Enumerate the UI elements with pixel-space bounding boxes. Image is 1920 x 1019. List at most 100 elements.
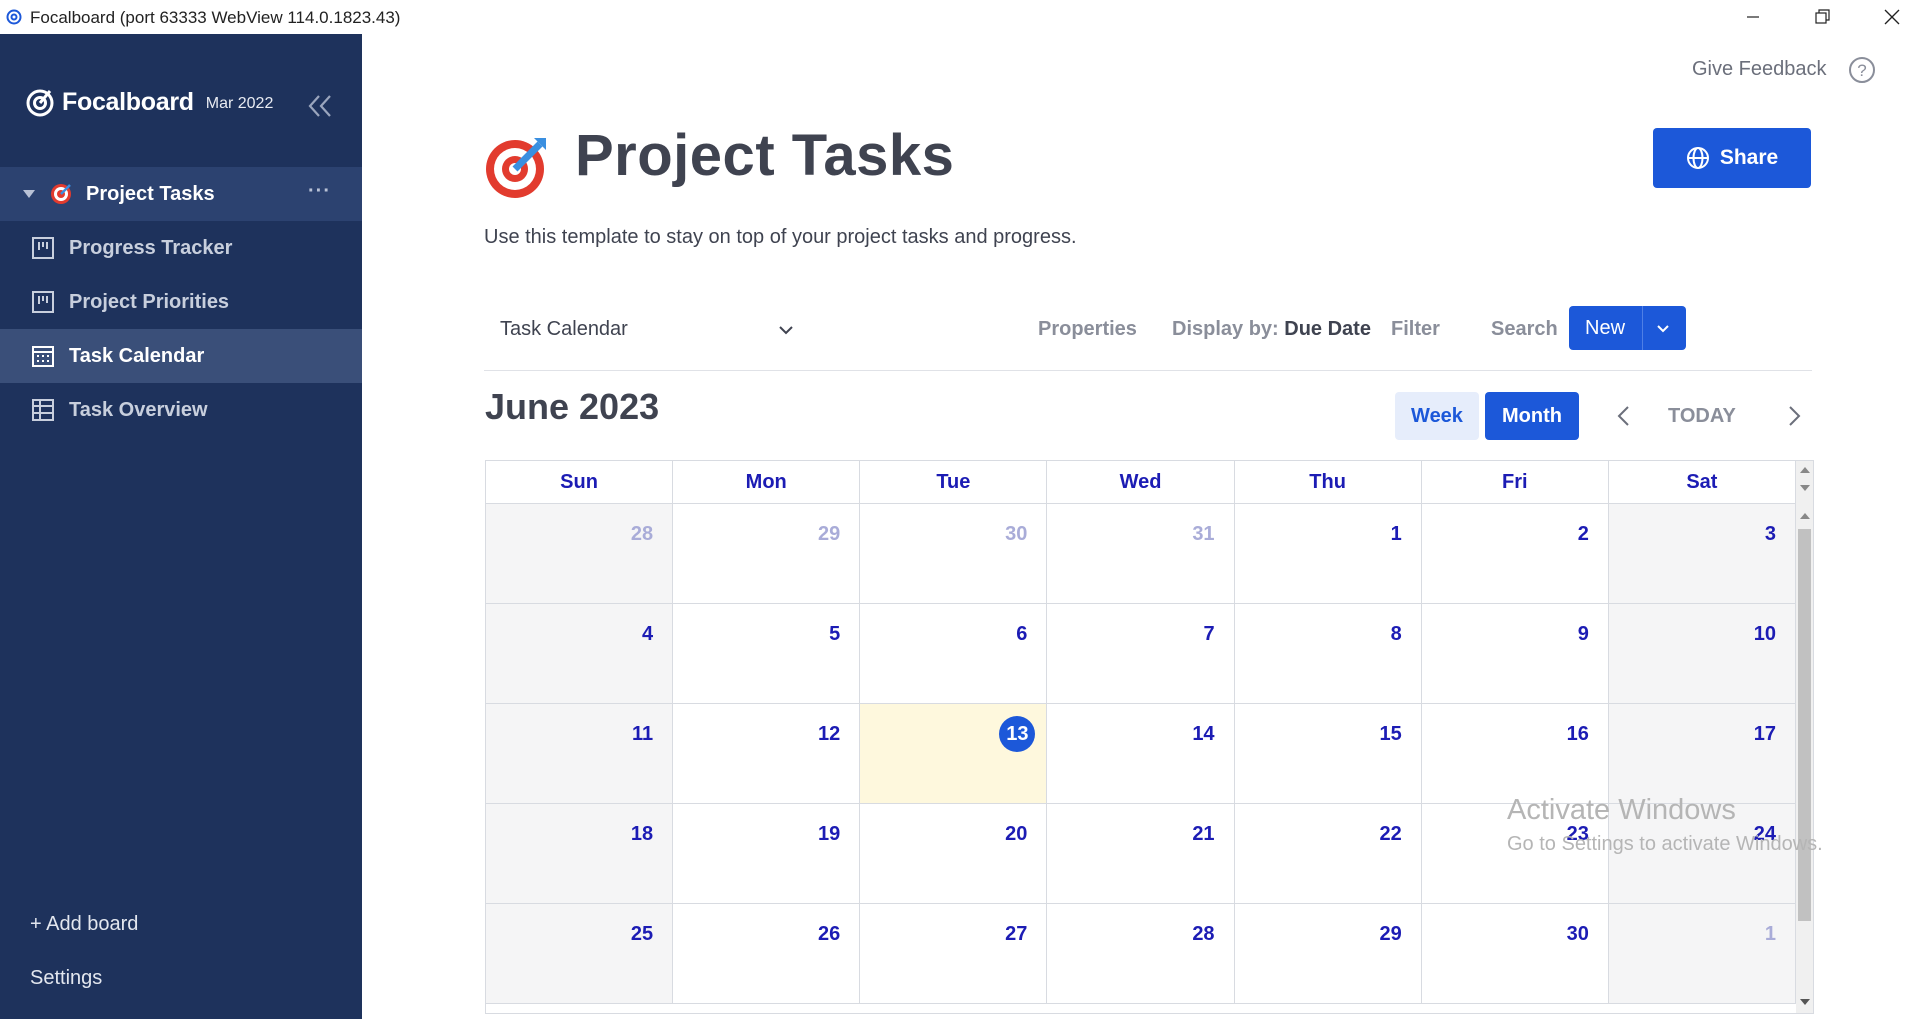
new-label: New	[1585, 317, 1626, 339]
day-number: 30	[1005, 523, 1028, 545]
calendar-day[interactable]: 2	[1421, 504, 1609, 603]
scroll-up-icon[interactable]	[1800, 467, 1810, 473]
calendar-day[interactable]: 10	[1608, 604, 1796, 703]
calendar-day[interactable]: 7	[1047, 604, 1235, 703]
calendar-day[interactable]: 11	[486, 704, 674, 803]
calendar-day[interactable]: 29	[673, 504, 861, 603]
calendar-day[interactable]: 1	[1234, 504, 1422, 603]
sidebar-board-label: Project Tasks	[86, 182, 215, 205]
week-view-button[interactable]: Week	[1395, 392, 1479, 440]
calendar-day[interactable]: 5	[673, 604, 861, 703]
day-number: 22	[1379, 823, 1402, 845]
month-view-button[interactable]: Month	[1485, 392, 1579, 440]
calendar-day[interactable]: 1	[1608, 904, 1796, 1003]
calendar-day[interactable]: 4	[486, 604, 674, 703]
day-number: 29	[818, 523, 841, 545]
scroll-up-icon[interactable]	[1800, 513, 1810, 519]
calendar-day[interactable]: 21	[1047, 804, 1235, 903]
add-board-button[interactable]: + Add board	[30, 913, 138, 936]
brand[interactable]: Focalboard Mar 2022	[24, 86, 273, 118]
window-title: Focalboard (port 63333 WebView 114.0.182…	[30, 8, 401, 27]
settings-button[interactable]: Settings	[30, 967, 102, 990]
scroll-down-icon[interactable]	[1800, 999, 1810, 1005]
target-icon[interactable]	[484, 134, 550, 200]
sidebar-board-project-tasks[interactable]: Project Tasks ···	[0, 167, 362, 221]
help-icon[interactable]: ?	[1848, 56, 1876, 84]
scroll-down-icon[interactable]	[1800, 485, 1810, 491]
calendar-day[interactable]: 18	[486, 804, 674, 903]
day-number: 14	[1192, 723, 1215, 745]
calendar-day[interactable]: 14	[1047, 704, 1235, 803]
close-icon[interactable]	[1862, 0, 1920, 34]
board-description[interactable]: Use this template to stay on top of your…	[484, 226, 1077, 249]
new-card-button[interactable]: New	[1569, 306, 1686, 350]
calendar-day[interactable]: 19	[673, 804, 861, 903]
sidebar-item-task-overview[interactable]: Task Overview	[0, 383, 362, 437]
calendar-day[interactable]: 6	[860, 604, 1048, 703]
properties-button[interactable]: Properties	[1038, 318, 1137, 341]
calendar-day[interactable]: 30	[1421, 904, 1609, 1003]
calendar-day[interactable]: 3	[1608, 504, 1796, 603]
calendar-day[interactable]: 22	[1234, 804, 1422, 903]
day-number: 20	[1005, 823, 1028, 845]
sidebar-item-project-priorities[interactable]: Project Priorities	[0, 275, 362, 329]
view-selector[interactable]: Task Calendar	[500, 318, 628, 341]
restore-icon[interactable]	[1793, 0, 1853, 34]
day-number: 1	[1764, 923, 1776, 945]
day-number: 13	[999, 716, 1036, 752]
display-by-button[interactable]: Display by: Due Date	[1172, 318, 1371, 341]
calendar-day[interactable]: 29	[1234, 904, 1422, 1003]
calendar-scrollbar[interactable]	[1796, 461, 1813, 1013]
sidebar-item-progress-tracker[interactable]: Progress Tracker	[0, 221, 362, 275]
collapse-sidebar-icon[interactable]	[306, 92, 334, 120]
day-number: 28	[630, 523, 654, 545]
sidebar-item-task-calendar[interactable]: Task Calendar	[0, 329, 362, 383]
calendar-icon	[32, 346, 54, 367]
calendar-day[interactable]: 31	[1047, 504, 1235, 603]
today-button[interactable]: TODAY	[1668, 405, 1736, 428]
calendar-day[interactable]: 28	[1047, 904, 1235, 1003]
calendar-day[interactable]: 30	[860, 504, 1048, 603]
give-feedback-link[interactable]: Give Feedback	[1692, 58, 1827, 81]
sidebar-item-label: Task Overview	[69, 398, 208, 421]
calendar-day[interactable]: 26	[673, 904, 861, 1003]
share-button[interactable]: Share	[1653, 128, 1811, 188]
globe-icon	[1686, 147, 1709, 169]
weekday-label: Tue	[860, 461, 1048, 503]
chevron-right-icon[interactable]	[1780, 402, 1808, 430]
calendar-week-row: 11 12 13 14 15 16 17	[486, 704, 1796, 804]
calendar-day[interactable]: 20	[860, 804, 1048, 903]
chevron-left-icon[interactable]	[1610, 402, 1638, 430]
calendar-day[interactable]: 25	[486, 904, 674, 1003]
minimize-icon[interactable]	[1723, 0, 1783, 34]
page-title[interactable]: Project Tasks	[575, 122, 954, 189]
day-number: 29	[1379, 923, 1402, 945]
caret-down-icon[interactable]	[22, 187, 36, 201]
chevron-down-icon[interactable]	[776, 320, 796, 340]
calendar-day[interactable]: 17	[1608, 704, 1796, 803]
calendar-day[interactable]: 16	[1421, 704, 1609, 803]
scrollbar-thumb[interactable]	[1798, 529, 1811, 921]
focalboard-app-icon	[6, 9, 22, 25]
calendar-day[interactable]: 15	[1234, 704, 1422, 803]
calendar-day[interactable]: 8	[1234, 604, 1422, 703]
windows-activation-watermark: Activate Windows Go to Settings to activ…	[1507, 794, 1823, 856]
main-content: Give Feedback ? Project Tasks Share Use …	[362, 34, 1920, 1019]
calendar-day[interactable]: 28	[486, 504, 674, 603]
day-number: 11	[631, 723, 654, 745]
calendar-day[interactable]: 12	[673, 704, 861, 803]
day-number: 21	[1192, 823, 1215, 845]
search-button[interactable]: Search	[1491, 318, 1558, 341]
calendar-day[interactable]: 9	[1421, 604, 1609, 703]
calendar-day-today[interactable]: 13	[860, 704, 1048, 803]
calendar-week-row: 28 29 30 31 1 2 3	[486, 504, 1796, 604]
calendar-day[interactable]: 27	[860, 904, 1048, 1003]
filter-button[interactable]: Filter	[1391, 318, 1440, 341]
calendar-month-title: June 2023	[485, 386, 660, 427]
day-number: 6	[1016, 623, 1028, 645]
board-options-icon[interactable]: ···	[308, 180, 331, 203]
chevron-down-icon[interactable]	[1651, 316, 1675, 340]
weekday-label: Sun	[486, 461, 674, 503]
day-number: 26	[818, 923, 841, 945]
brand-name: Focalboard	[62, 87, 194, 116]
